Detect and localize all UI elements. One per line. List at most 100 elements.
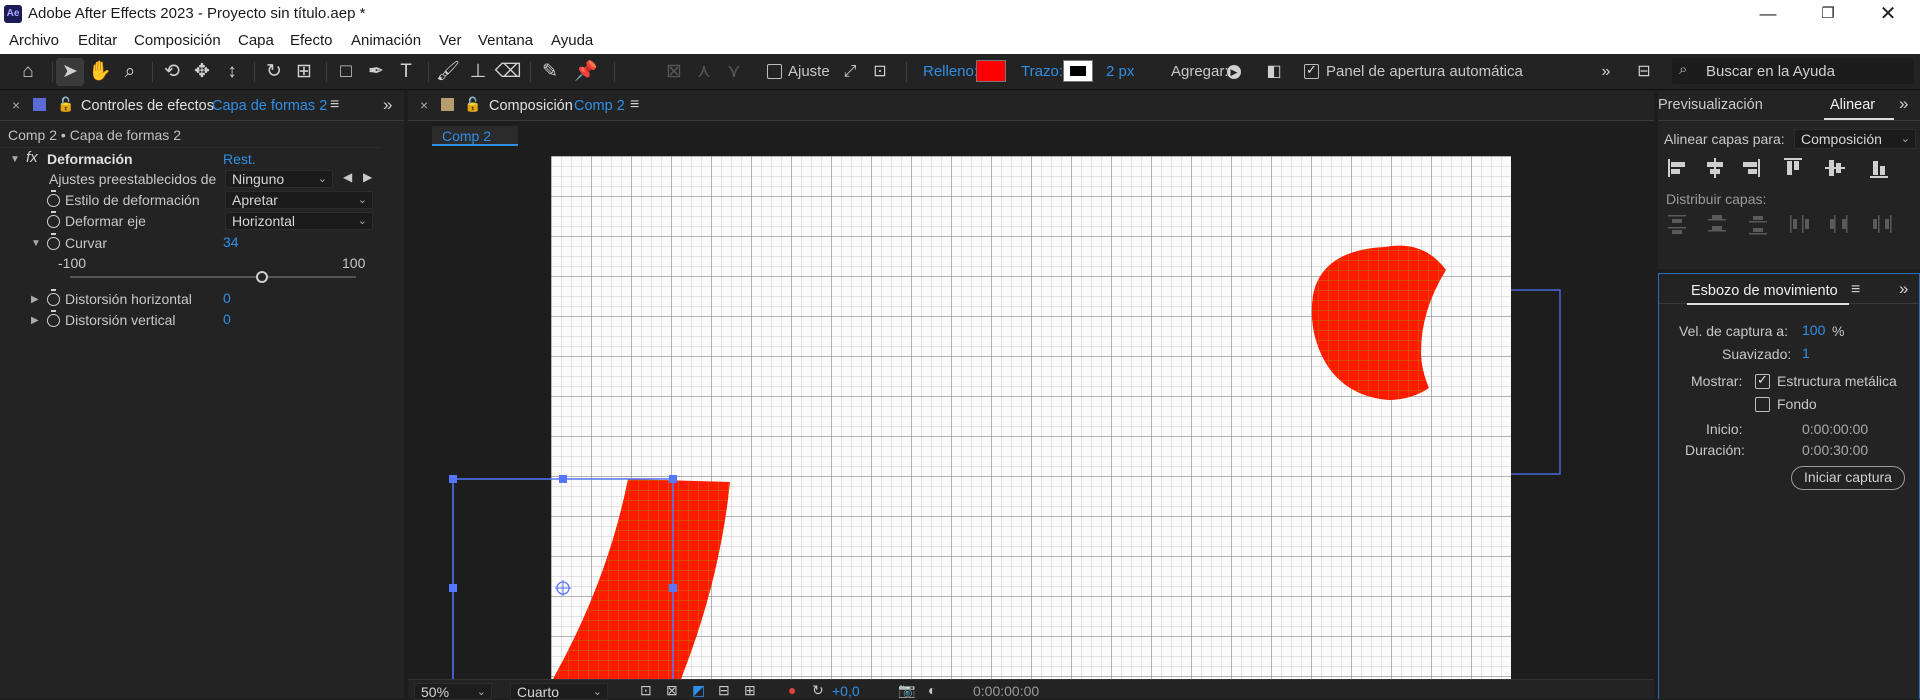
distribute-hcenter-icon[interactable]: [1830, 215, 1848, 233]
fill-color-swatch[interactable]: [976, 60, 1006, 82]
selection-handle[interactable]: [449, 584, 457, 592]
snap-edges-icon[interactable]: ⤢: [836, 58, 864, 86]
restore-icon[interactable]: ❐: [1808, 2, 1848, 26]
selection-handle[interactable]: [559, 475, 567, 483]
composition-tab-comp[interactable]: Comp 2: [574, 98, 625, 114]
zoom-tool-icon[interactable]: ⌕: [116, 58, 144, 86]
next-preset-icon[interactable]: ▶: [363, 170, 372, 184]
align-top-icon[interactable]: [1784, 158, 1802, 175]
help-search-box[interactable]: ⌕ Buscar en la Ayuda: [1672, 58, 1914, 84]
align-bottom-icon[interactable]: [1870, 161, 1888, 178]
effect-controls-tab[interactable]: Controles de efectos: [81, 98, 214, 114]
stopwatch-icon[interactable]: [47, 211, 60, 228]
expand-panels-icon[interactable]: »: [1899, 94, 1908, 114]
region-of-interest-icon[interactable]: ⊡: [640, 682, 652, 699]
selection-tool-icon[interactable]: ➤: [56, 58, 84, 86]
tangent-toggle-icon[interactable]: ◧: [1260, 58, 1288, 86]
fx-icon[interactable]: fx: [26, 149, 38, 166]
menu-efecto[interactable]: Efecto: [290, 32, 333, 49]
menu-composicion[interactable]: Composición: [134, 32, 221, 49]
stopwatch-icon[interactable]: [47, 310, 60, 327]
menu-ayuda[interactable]: Ayuda: [551, 32, 593, 49]
color-channels-icon[interactable]: ●: [788, 682, 796, 698]
exposure-value[interactable]: +0,0: [832, 683, 860, 699]
start-capture-button[interactable]: Iniciar captura: [1791, 466, 1905, 490]
zoom-dropdown[interactable]: 50% ⌄: [414, 683, 492, 700]
menu-animacion[interactable]: Animación: [351, 32, 421, 49]
effect-reset-link[interactable]: Rest.: [223, 151, 256, 167]
minimize-icon[interactable]: —: [1748, 2, 1788, 26]
help-search-input[interactable]: Buscar en la Ayuda: [1706, 63, 1835, 80]
align-to-dropdown[interactable]: Composición ⌄: [1794, 129, 1916, 149]
vdist-value[interactable]: 0: [223, 311, 231, 327]
clone-stamp-tool-icon[interactable]: ⊥: [464, 58, 492, 86]
distribute-bottom-icon[interactable]: [1749, 216, 1767, 235]
type-tool-icon[interactable]: T: [392, 58, 420, 86]
selection-handle[interactable]: [669, 584, 677, 592]
puppet-pin-tool-icon[interactable]: 📌: [572, 58, 600, 86]
distribute-left-icon[interactable]: [1790, 215, 1809, 233]
stroke-width-value[interactable]: 2 px: [1106, 63, 1134, 80]
eraser-tool-icon[interactable]: ⌫: [494, 58, 522, 86]
stopwatch-icon[interactable]: [47, 233, 60, 250]
close-tab-icon[interactable]: ×: [420, 97, 428, 113]
distribute-vcenter-icon[interactable]: [1708, 215, 1726, 232]
guides-icon[interactable]: ⊟: [718, 682, 730, 699]
workspace-icon[interactable]: ⊟: [1630, 58, 1658, 86]
panel-menu-icon[interactable]: ≡: [630, 96, 639, 114]
warp-axis-dropdown[interactable]: Horizontal ⌄: [225, 212, 373, 230]
show-snapshot-icon[interactable]: ◐: [928, 682, 936, 698]
close-tab-icon[interactable]: ×: [12, 97, 20, 113]
pan-camera-icon[interactable]: ✥: [188, 58, 216, 86]
motion-sketch-tab[interactable]: Esbozo de movimiento: [1691, 283, 1838, 299]
close-icon[interactable]: ✕: [1868, 2, 1908, 26]
menu-editar[interactable]: Editar: [78, 32, 117, 49]
expand-panels-icon[interactable]: »: [1899, 279, 1908, 299]
stroke-color-swatch[interactable]: [1063, 60, 1093, 82]
rectangle-tool-icon[interactable]: □: [332, 58, 360, 86]
bend-slider-thumb[interactable]: [255, 271, 268, 283]
mask-visibility-icon[interactable]: ◩: [692, 682, 705, 699]
menu-ver[interactable]: Ver: [439, 32, 462, 49]
background-checkbox[interactable]: [1755, 397, 1770, 412]
composition-tab[interactable]: Composición: [489, 98, 573, 114]
stopwatch-icon[interactable]: [47, 190, 60, 207]
grid-options-icon[interactable]: ⊞: [744, 682, 756, 699]
pen-tool-icon[interactable]: ✒: [362, 58, 390, 86]
reset-exposure-icon[interactable]: ↻: [812, 682, 824, 699]
auto-open-checkbox[interactable]: [1304, 62, 1319, 79]
resolution-dropdown[interactable]: Cuarto ⌄: [510, 683, 608, 700]
previous-preset-icon[interactable]: ◀: [343, 170, 352, 184]
lock-icon[interactable]: 🔓: [57, 96, 74, 113]
home-icon[interactable]: ⌂: [14, 58, 42, 86]
orbit-camera-icon[interactable]: ⟲: [158, 58, 186, 86]
align-vertical-center-icon[interactable]: [1825, 160, 1845, 176]
vdist-twirl-icon[interactable]: ▶: [31, 315, 39, 326]
hand-tool-icon[interactable]: ✋: [86, 58, 114, 86]
brush-tool-icon[interactable]: 🖌: [434, 58, 462, 86]
snap-checkbox[interactable]: [767, 64, 782, 79]
world-axis-icon[interactable]: ⋏: [690, 58, 718, 86]
align-horizontal-center-icon[interactable]: [1707, 158, 1723, 178]
menu-ventana[interactable]: Ventana: [478, 32, 533, 49]
lock-icon[interactable]: 🔓: [464, 96, 481, 113]
snapshot-icon[interactable]: 📷: [898, 682, 915, 699]
bend-twirl-icon[interactable]: ▼: [31, 238, 41, 249]
dolly-camera-icon[interactable]: ↕: [218, 58, 246, 86]
preview-tab[interactable]: Previsualización: [1658, 97, 1763, 113]
presets-dropdown[interactable]: Ninguno ⌄: [225, 170, 333, 188]
effect-controls-layer[interactable]: Capa de formas 2: [212, 98, 327, 114]
distribute-right-icon[interactable]: [1873, 215, 1892, 233]
bend-value[interactable]: 34: [223, 234, 239, 250]
align-left-icon[interactable]: [1668, 159, 1685, 177]
add-arrow-icon[interactable]: ▶: [1227, 65, 1241, 79]
current-time[interactable]: 0:00:00:00: [973, 683, 1039, 699]
effect-twirl-icon[interactable]: ▼: [10, 154, 20, 165]
align-right-icon[interactable]: [1743, 159, 1760, 177]
panel-menu-icon[interactable]: ≡: [330, 96, 339, 114]
wireframe-checkbox[interactable]: [1755, 372, 1770, 389]
distribute-top-icon[interactable]: [1668, 215, 1686, 234]
align-tab[interactable]: Alinear: [1830, 97, 1875, 113]
hdist-value[interactable]: 0: [223, 290, 231, 306]
capture-speed-value[interactable]: 100: [1802, 322, 1825, 338]
